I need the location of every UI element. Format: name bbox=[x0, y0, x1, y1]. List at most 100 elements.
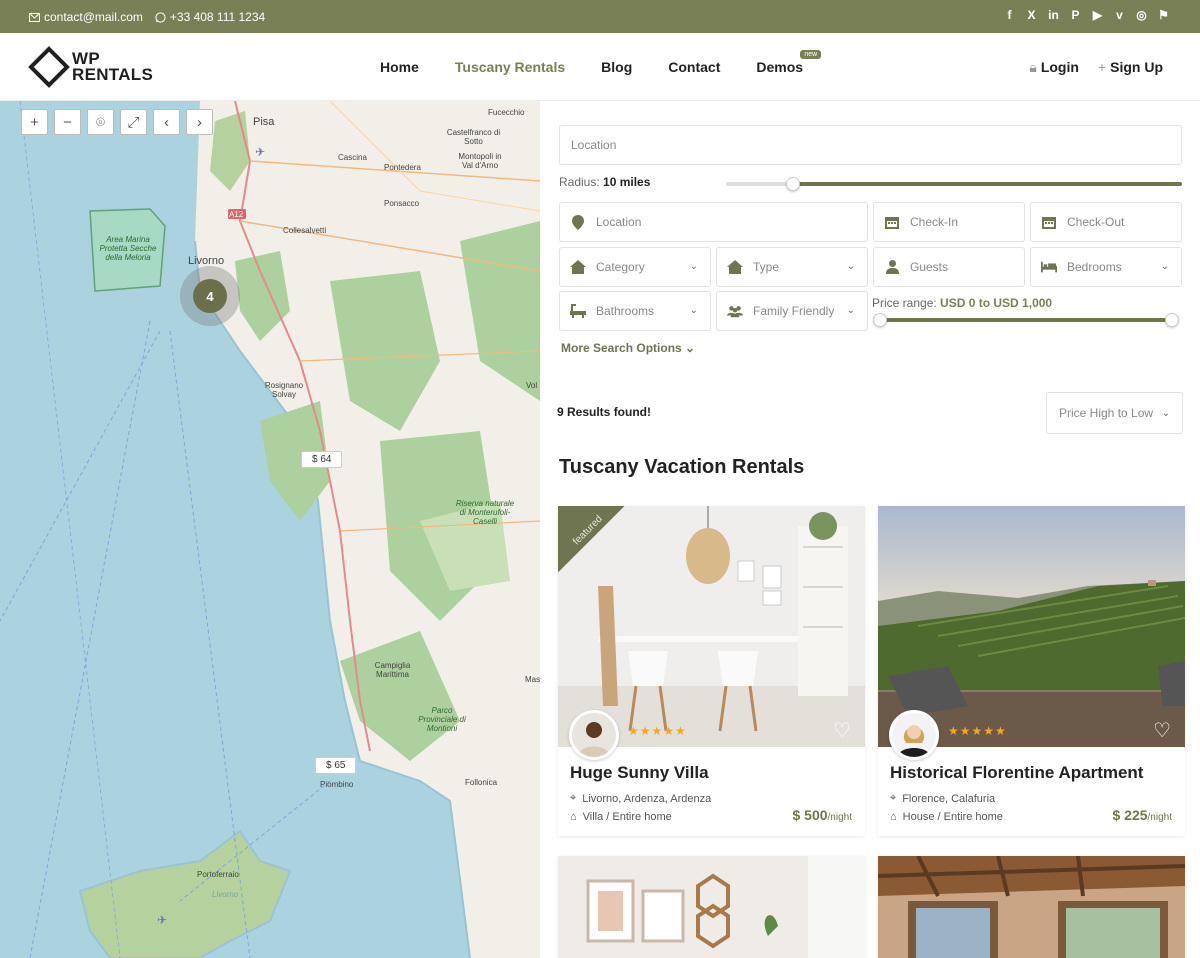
nav-blog[interactable]: Blog bbox=[601, 59, 632, 75]
bedrooms-select[interactable]: Bedrooms ⌄ bbox=[1030, 247, 1182, 287]
bathtub-icon bbox=[570, 303, 586, 319]
linkedin-icon[interactable]: in bbox=[1047, 8, 1060, 22]
radius-slider-handle[interactable] bbox=[786, 177, 800, 191]
listing-photo[interactable] bbox=[878, 856, 1185, 958]
check-out-field[interactable]: Check-Out bbox=[1030, 202, 1182, 242]
check-in-field[interactable]: Check-In bbox=[873, 202, 1025, 242]
map-price-pin[interactable]: $ 65 bbox=[315, 757, 357, 774]
interior-image bbox=[558, 506, 865, 747]
house-icon bbox=[727, 259, 743, 275]
map-label-follonica: Follonica bbox=[465, 778, 498, 787]
radius-slider[interactable] bbox=[793, 182, 1182, 186]
nav-tuscany-rentals[interactable]: Tuscany Rentals bbox=[455, 59, 565, 75]
listing-type: ⌂ House / Entire home bbox=[890, 811, 1003, 823]
bathrooms-label: Bathrooms bbox=[596, 304, 655, 318]
zoom-out-button[interactable]: − bbox=[54, 109, 81, 135]
nav-home[interactable]: Home bbox=[380, 59, 419, 75]
map-price-pin[interactable]: $ 64 bbox=[301, 451, 343, 468]
family-friendly-label: Family Friendly bbox=[753, 304, 835, 318]
listing-card[interactable] bbox=[878, 856, 1185, 958]
map-cluster-marker[interactable]: 4 bbox=[180, 266, 240, 326]
my-location-button[interactable]: ⌾ bbox=[87, 109, 114, 135]
category-select[interactable]: Category ⌄ bbox=[559, 247, 711, 287]
price-range-slider[interactable] bbox=[880, 318, 1172, 322]
map-pin-icon: ⌖ bbox=[570, 792, 577, 804]
listing-photo[interactable]: featured bbox=[558, 506, 865, 747]
listing-photo[interactable] bbox=[558, 856, 865, 958]
youtube-icon[interactable]: ▶ bbox=[1091, 8, 1104, 22]
location-field[interactable]: Location bbox=[559, 202, 868, 242]
map-label-castelfranco: Castelfranco di Sotto bbox=[446, 128, 501, 146]
home-icon: ⌂ bbox=[890, 811, 897, 823]
nav-demos[interactable]: Demos new bbox=[756, 50, 822, 75]
map-label-montopoli: Montopoli in Val d'Arno bbox=[458, 152, 502, 170]
map-label-riserva: Riserva naturale di Monterufoli-Caselli bbox=[455, 499, 515, 526]
logo-line2: RENTALS bbox=[72, 65, 154, 84]
fullscreen-button[interactable]: ⤢ bbox=[120, 109, 147, 135]
nav-demos-label: Demos bbox=[756, 59, 804, 75]
interior-image bbox=[558, 856, 865, 958]
logo-mark-icon bbox=[28, 46, 70, 88]
nav-contact[interactable]: Contact bbox=[668, 59, 720, 75]
map-prev-button[interactable]: ‹ bbox=[153, 109, 180, 135]
listing-type: ⌂ Villa / Entire home bbox=[570, 811, 672, 823]
sort-select[interactable]: Price High to Low ⌄ bbox=[1046, 392, 1183, 434]
top-bar: contact@mail.com +33 408 111 1234 f X in… bbox=[0, 0, 1200, 33]
map-view[interactable]: ✈ ✈ + − ⌾ ⤢ ‹ › Pisa Fucecchio Castelfra… bbox=[0, 101, 540, 958]
map-controls: + − ⌾ ⤢ ‹ › bbox=[21, 109, 213, 135]
vimeo-icon[interactable]: v bbox=[1113, 8, 1126, 22]
listing-price: $ 225/night bbox=[1112, 807, 1172, 823]
mail-icon bbox=[29, 12, 40, 22]
listing-card[interactable]: ★★★★★ ♡ Historical Florentine Apartment … bbox=[878, 506, 1185, 836]
family-friendly-select[interactable]: Family Friendly ⌄ bbox=[716, 291, 868, 331]
map-pin-icon: ⌖ bbox=[890, 792, 897, 804]
whatsapp-icon bbox=[155, 11, 166, 23]
agent-avatar[interactable] bbox=[569, 710, 619, 760]
map-next-button[interactable]: › bbox=[186, 109, 213, 135]
pinterest-icon[interactable]: P bbox=[1069, 8, 1082, 22]
map-label-collesalvetti: Collesalvetti bbox=[283, 226, 327, 235]
x-icon[interactable]: X bbox=[1025, 8, 1038, 22]
email-link[interactable]: contact@mail.com bbox=[29, 10, 143, 24]
facebook-icon[interactable]: f bbox=[1003, 8, 1016, 22]
zoom-in-button[interactable]: + bbox=[21, 109, 48, 135]
agent-avatar[interactable] bbox=[889, 710, 939, 760]
type-label: Type bbox=[753, 260, 780, 274]
logo-text: WP RENTALS bbox=[72, 50, 154, 84]
plus-icon: + bbox=[1097, 59, 1107, 75]
favorite-heart-icon[interactable]: ♡ bbox=[1153, 718, 1171, 743]
more-search-options[interactable]: More Search Options ⌄ bbox=[561, 341, 695, 355]
instagram-icon[interactable]: ◎ bbox=[1135, 8, 1148, 22]
price-min-handle[interactable] bbox=[873, 313, 887, 327]
bathrooms-select[interactable]: Bathrooms ⌄ bbox=[559, 291, 711, 331]
phone-link[interactable]: +33 408 111 1234 bbox=[155, 10, 265, 24]
listing-title[interactable]: Huge Sunny Villa bbox=[570, 763, 709, 783]
signup-link[interactable]: + Sign Up bbox=[1098, 59, 1163, 76]
listing-price: $ 500/night bbox=[792, 807, 852, 823]
location-placeholder: Location bbox=[571, 138, 617, 152]
price-max-handle[interactable] bbox=[1165, 313, 1179, 327]
cluster-count: 4 bbox=[193, 279, 227, 313]
signup-label: Sign Up bbox=[1110, 59, 1163, 75]
listing-card[interactable] bbox=[558, 856, 865, 958]
calendar-icon bbox=[1041, 214, 1057, 230]
users-icon bbox=[727, 303, 743, 319]
map-label-pisa: Pisa bbox=[253, 116, 275, 128]
login-link[interactable]: 🔒︎ Login bbox=[1029, 59, 1079, 76]
section-title: Tuscany Vacation Rentals bbox=[559, 456, 805, 478]
logo[interactable]: WP RENTALS bbox=[28, 46, 153, 88]
listing-photo[interactable] bbox=[878, 506, 1185, 747]
guests-field[interactable]: Guests bbox=[873, 247, 1025, 287]
type-select[interactable]: Type ⌄ bbox=[716, 247, 868, 287]
listing-card[interactable]: featured ★★★★★ ♡ Huge Sunny Villa ⌖ Livo… bbox=[558, 506, 865, 836]
login-label: Login bbox=[1040, 59, 1079, 75]
svg-text:✈: ✈ bbox=[157, 913, 167, 927]
listing-location: ⌖ Florence, Calafuria bbox=[890, 792, 995, 805]
email-text: contact@mail.com bbox=[44, 10, 143, 24]
radius-label: Radius: 10 miles bbox=[559, 175, 650, 189]
listing-title[interactable]: Historical Florentine Apartment bbox=[890, 763, 1143, 783]
chevron-down-icon: ⌄ bbox=[1161, 407, 1170, 419]
location-search-input[interactable]: Location bbox=[559, 125, 1182, 165]
favorite-heart-icon[interactable]: ♡ bbox=[833, 718, 851, 743]
foursquare-icon[interactable]: ⚑ bbox=[1157, 8, 1170, 22]
